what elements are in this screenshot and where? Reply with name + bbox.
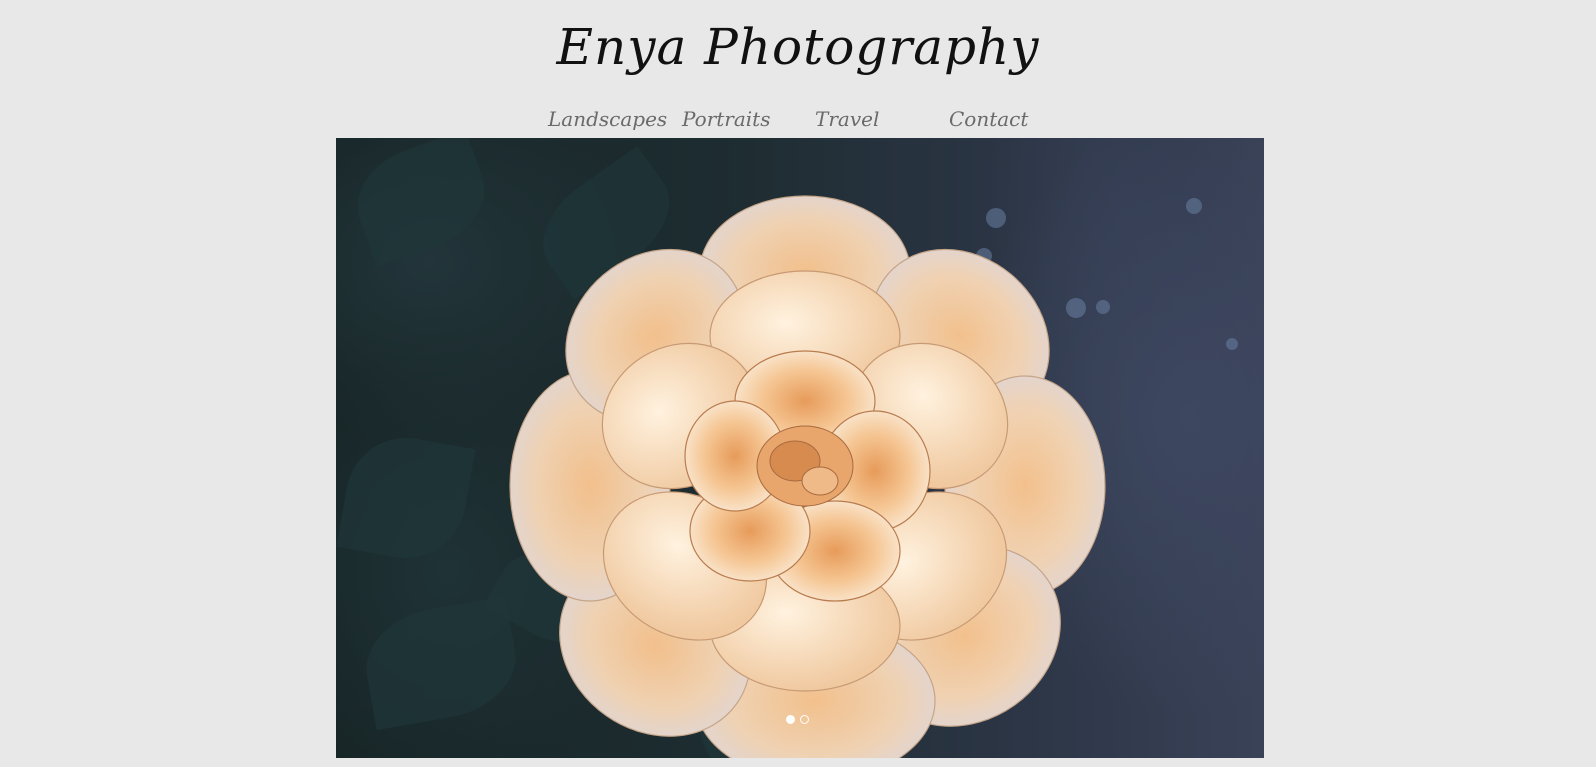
nav-portraits[interactable]: Portraits — [682, 104, 770, 134]
main-nav: Landscapes Portraits Travel Contact — [0, 104, 1596, 134]
nav-travel[interactable]: Travel — [815, 104, 879, 134]
nav-contact[interactable]: Contact — [949, 104, 1028, 134]
nav-landscapes[interactable]: Landscapes — [548, 104, 667, 134]
slider-dot-2[interactable] — [800, 715, 809, 724]
site-title: Enya Photography — [556, 18, 1040, 76]
image-slider[interactable] — [336, 138, 1264, 758]
rose-photo — [509, 195, 1106, 758]
slider-dots — [786, 715, 809, 724]
slider-dot-1[interactable] — [786, 715, 795, 724]
